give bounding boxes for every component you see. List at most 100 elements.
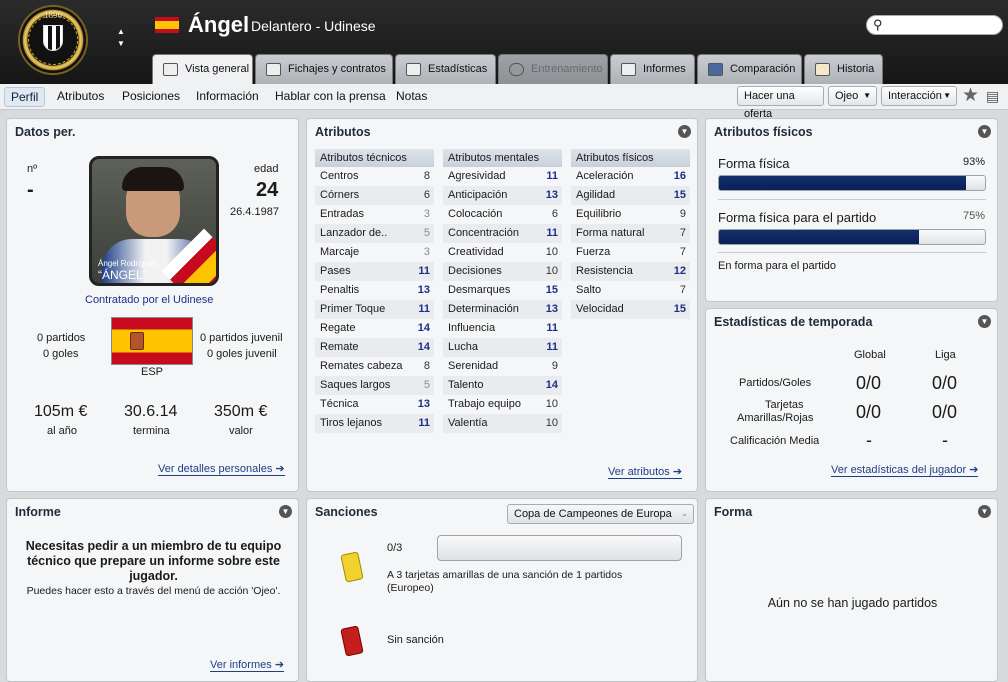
red-card-icon [340,625,364,657]
attribute-value: 6 [551,208,558,220]
physical-header: Atributos físicos [571,149,690,167]
attribute-row: Primer Toque 11 [315,300,434,319]
youth-goals: 0 goles juvenil [207,348,277,360]
previous-arrow-icon[interactable]: ▲ [114,26,128,38]
attribute-name: Lucha [448,341,478,353]
attribute-name: Lanzador de.. [320,227,388,239]
tab-statistics[interactable]: Estadísticas [395,54,496,84]
tab-history[interactable]: Historia [804,54,883,84]
tab-overview[interactable]: Vista general [152,54,253,85]
global-header: Global [854,349,886,361]
squad-number: - [27,179,34,201]
match-fitness-bar-fill [719,230,919,244]
attribute-name: Creatividad [448,246,504,258]
attribute-row: Equilibrio 9 [571,205,690,224]
attribute-value: 11 [546,322,558,334]
player-stats-link[interactable]: Ver estadísticas del jugador ➔ [831,463,979,477]
attribute-value: 13 [545,303,558,315]
comparison-icon [708,63,723,76]
panel-title: Atributos físicos [714,125,813,139]
subnav-profile[interactable]: Perfil [4,87,46,107]
attribute-name: Pases [320,265,351,277]
attribute-name: Remate [320,341,359,353]
collapse-icon[interactable]: ▼ [978,125,991,138]
interaction-dropdown[interactable]: Interacción ▼ [881,86,957,106]
cards-global: 0/0 [856,402,882,422]
fitness-bar [718,175,986,191]
attribute-value: 14 [417,341,430,353]
attribute-name: Entradas [320,208,365,220]
personal-details-link[interactable]: Ver detalles personales ➔ [158,462,285,476]
subnav-notes[interactable]: Notas [396,89,427,103]
add-note-icon[interactable]: ▤ [986,88,999,105]
attribute-value: 9 [679,208,686,220]
chevron-down-icon: ▼ [943,91,951,100]
collapse-icon[interactable]: ▼ [279,505,292,518]
attribute-name: Fuerza [576,246,611,258]
attributes-link[interactable]: Ver atributos ➔ [608,465,683,479]
collapse-icon[interactable]: ▼ [678,125,691,138]
make-offer-button[interactable]: Hacer una oferta [737,86,824,120]
tab-comparison[interactable]: Comparación [697,54,802,84]
next-arrow-icon[interactable]: ▼ [114,38,128,50]
attribute-value: 14 [417,322,430,334]
attribute-name: Decisiones [448,265,502,277]
player-photo: Ángel Rodríguez “ÁNGEL” [89,156,219,286]
tab-transfers[interactable]: Fichajes y contratos [255,54,393,84]
avg-rating-label: Calificación Media [730,435,820,447]
attribute-name: Agresividad [448,170,506,182]
yellow-card-count: 0/3 [387,542,403,554]
profile-card-icon [163,63,178,76]
attribute-value: 12 [673,265,686,277]
fitness-label: Forma física [718,156,790,171]
attribute-name: Marcaje [320,246,360,258]
attribute-value: 13 [545,189,558,201]
subnav-positions[interactable]: Posiciones [122,89,180,103]
cards-label-line2: Amarillas/Rojas [737,412,814,424]
scout-dropdown[interactable]: Ojeo ▼ [828,86,877,106]
club-year: 1896 [44,10,62,20]
yellow-card-progress-bar [437,535,682,561]
collapse-icon[interactable]: ▼ [978,315,991,328]
attribute-row: Centros 8 [315,167,434,186]
collapse-icon[interactable]: ▼ [978,505,991,518]
tab-reports[interactable]: Informes [610,54,695,84]
attribute-value: 10 [545,398,558,410]
avg-rating-league: - [942,430,948,450]
subnav-press[interactable]: Hablar con la prensa [275,89,386,103]
attribute-name: Tiros lejanos [320,417,382,429]
attribute-row: Saques largos 5 [315,376,434,395]
tab-training: Entrenamiento [498,54,608,84]
wage-value: 105m € [34,403,88,420]
arrow-right-icon: ➔ [274,659,285,671]
competition-dropdown[interactable]: Copa de Campeones de Europa ⌄ [507,504,694,524]
search-input[interactable]: ⚲ [866,15,1003,35]
club-crest[interactable]: 1896 [20,7,86,73]
avg-rating-global: - [866,430,872,450]
attribute-value: 10 [545,265,558,277]
attribute-row: Concentración 11 [443,224,562,243]
attribute-row: Valentía 10 [443,414,562,433]
reports-link[interactable]: Ver informes ➔ [210,658,285,672]
attribute-row: Resistencia 12 [571,262,690,281]
attribute-row: Córners 6 [315,186,434,205]
attribute-row: Lucha 11 [443,338,562,357]
photo-caption-nickname: “ÁNGEL” [98,268,147,282]
yellow-card-competition: (Europeo) [387,582,434,594]
attribute-name: Saques largos [320,379,391,391]
attribute-value: 9 [551,360,558,372]
player-switcher[interactable]: ▲ ▼ [114,26,128,54]
report-message-line3: jugador. [129,569,178,583]
attribute-value: 15 [673,189,686,201]
attribute-name: Desmarques [448,284,511,296]
attribute-row: Trabajo equipo 10 [443,395,562,414]
attribute-name: Equilibrio [576,208,622,220]
apps-goals-league: 0/0 [932,373,958,393]
attribute-name: Técnica [320,398,359,410]
star-icon[interactable]: ★ [962,84,979,107]
subnav-attributes[interactable]: Atributos [57,89,104,103]
attribute-value: 5 [423,379,430,391]
subnav-information[interactable]: Información [196,89,259,103]
bar-chart-icon [406,63,421,76]
attribute-name: Trabajo equipo [448,398,521,410]
